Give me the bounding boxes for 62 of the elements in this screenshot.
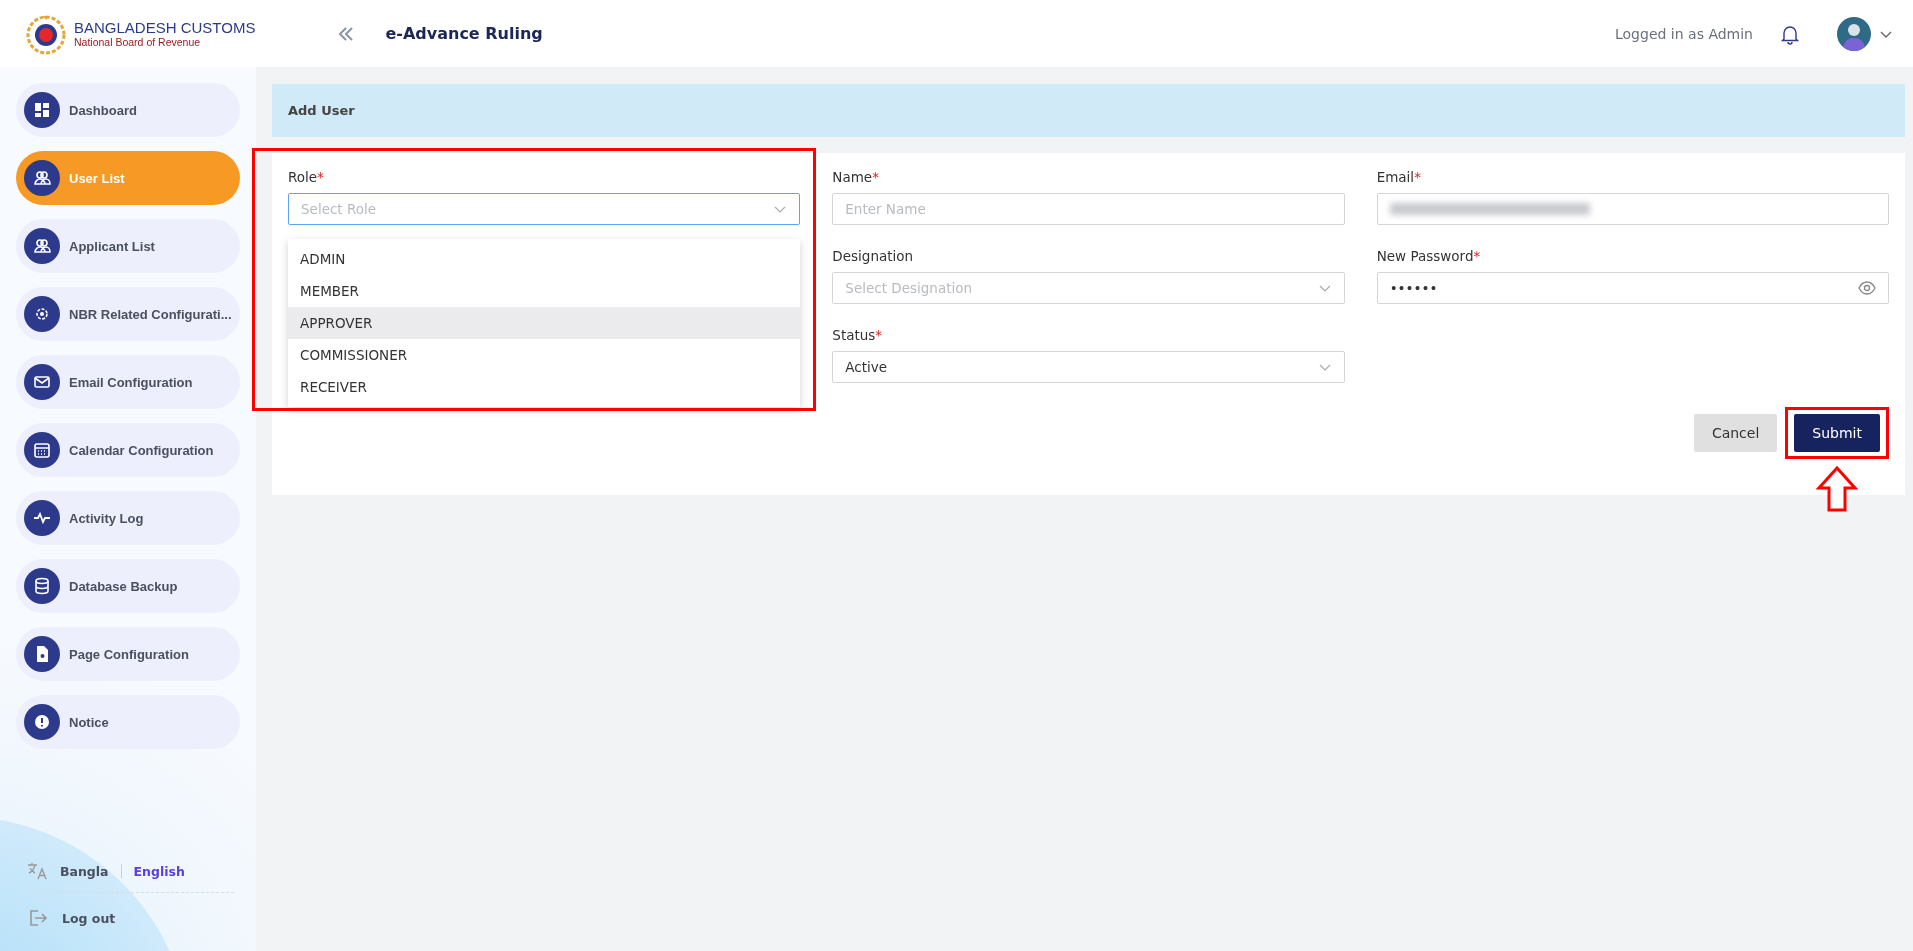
sidebar-item[interactable]: NBR Related Configurati... <box>16 287 240 341</box>
sidebar-label: NBR Related Configurati... <box>69 306 232 322</box>
field-label: New Password* <box>1376 248 1482 264</box>
users-icon <box>24 160 60 196</box>
pulse-icon <box>24 500 60 536</box>
logout-link[interactable]: Log out <box>26 893 234 943</box>
dropdown-option[interactable]: COMMISSIONER <box>288 339 801 371</box>
sidebar-item[interactable]: Applicant List <box>16 219 240 273</box>
double-chevron-left-icon[interactable] <box>337 24 356 43</box>
submit-button[interactable]: Submit <box>1794 414 1880 452</box>
input-field[interactable]: •••••• <box>1376 272 1889 304</box>
sidebar-item[interactable]: Notice <box>16 695 240 749</box>
app-title: e-Advance Ruling <box>385 24 543 43</box>
sidebar-item[interactable]: Activity Log <box>16 491 240 545</box>
dropdown-option[interactable]: MEMBER <box>288 275 801 307</box>
cancel-button[interactable]: Cancel <box>1693 414 1778 452</box>
mail-icon <box>24 364 60 400</box>
page-title: Add User <box>272 84 1905 137</box>
select-field[interactable]: Active <box>832 351 1345 383</box>
dropdown-option[interactable]: RECEIVER <box>288 371 801 403</box>
sidebar-label: Calendar Configuration <box>69 442 214 458</box>
input-field[interactable] <box>1376 193 1889 225</box>
sidebar-label: Database Backup <box>69 578 178 594</box>
language-link[interactable]: English <box>133 863 185 879</box>
eye-icon[interactable] <box>1858 279 1876 297</box>
sidebar-item[interactable]: Database Backup <box>16 559 240 613</box>
logo-title: BANGLADESH CUSTOMS <box>74 19 256 36</box>
language-link[interactable]: Bangla <box>60 863 109 879</box>
user-label: Logged in as Admin <box>1615 25 1753 42</box>
sidebar-item[interactable]: Dashboard <box>16 83 240 137</box>
field-label: Status* <box>832 327 884 343</box>
sidebar-label: Email Configuration <box>69 374 193 390</box>
sidebar-item[interactable]: Email Configuration <box>16 355 240 409</box>
logo-subtitle: National Board of Revenue <box>74 36 202 48</box>
sidebar-label: Notice <box>69 714 109 730</box>
field-placeholder: Select Role <box>301 201 377 217</box>
alert-icon <box>24 704 60 740</box>
translate-icon <box>26 860 48 882</box>
avatar[interactable] <box>1837 16 1871 51</box>
field-value: Active <box>845 359 888 375</box>
field-placeholder: Select Designation <box>845 280 972 296</box>
grid-icon <box>24 92 60 128</box>
sidebar-label: Applicant List <box>69 238 155 254</box>
sidebar-item[interactable]: Page Configuration <box>16 627 240 681</box>
password-dots: •••••• <box>1389 280 1438 296</box>
field-placeholder: Enter Name <box>845 201 926 217</box>
calendar-icon <box>24 432 60 468</box>
dropdown-option[interactable]: APPROVER <box>288 307 801 339</box>
sidebar-label: Dashboard <box>69 102 137 118</box>
sidebar-label: Activity Log <box>69 510 144 526</box>
dropdown-option[interactable]: ADMIN <box>288 243 801 275</box>
field-label: Role* <box>288 169 325 185</box>
file-icon <box>24 636 60 672</box>
sidebar-label: Page Configuration <box>69 646 189 662</box>
sidebar-item[interactable]: Calendar Configuration <box>16 423 240 477</box>
users-icon <box>24 228 60 264</box>
sidebar-label: User List <box>69 170 125 186</box>
field-label: Designation <box>832 248 915 264</box>
field-label: Name* <box>832 169 880 185</box>
gear-icon <box>24 296 60 332</box>
field-label: Email* <box>1376 169 1422 185</box>
database-icon <box>24 568 60 604</box>
